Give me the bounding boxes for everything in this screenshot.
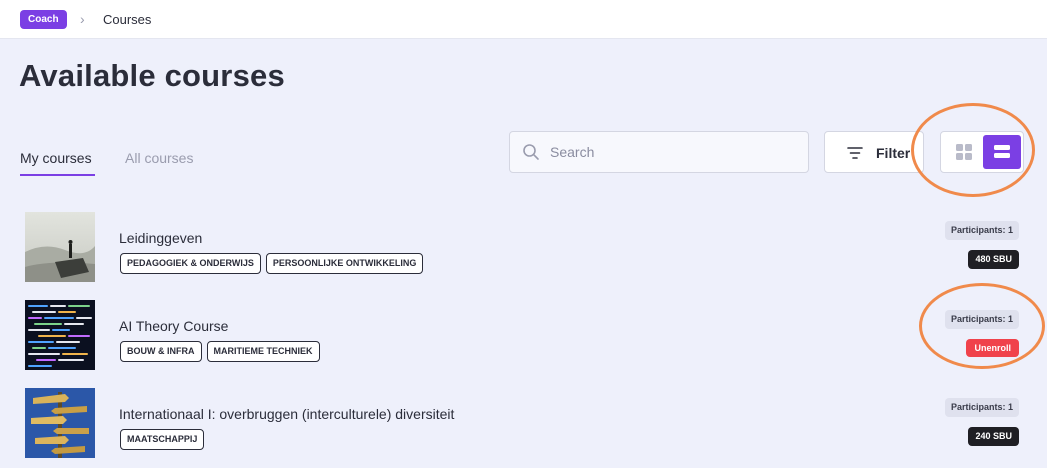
course-tags: MAATSCHAPPIJ xyxy=(120,429,205,450)
course-row[interactable]: Leidinggeven PEDAGOGIEK & ONDERWIJS PERS… xyxy=(0,212,1047,292)
sbu-badge: 480 SBU xyxy=(968,250,1019,269)
course-thumbnail[interactable] xyxy=(25,388,95,458)
tab-my-courses[interactable]: My courses xyxy=(20,150,92,166)
page-title: Available courses xyxy=(19,58,285,93)
course-tag: MARITIEME TECHNIEK xyxy=(206,341,320,362)
course-title[interactable]: AI Theory Course xyxy=(119,318,228,334)
filter-icon xyxy=(847,147,863,159)
breadcrumb-coach[interactable]: Coach xyxy=(20,10,67,29)
course-row[interactable]: AI Theory Course BOUW & INFRA MARITIEME … xyxy=(0,300,1047,380)
course-tag: PEDAGOGIEK & ONDERWIJS xyxy=(120,253,261,274)
search-box[interactable] xyxy=(509,131,809,173)
filter-button[interactable]: Filter xyxy=(824,131,924,173)
annotation-circle xyxy=(919,283,1045,369)
course-title[interactable]: Leidinggeven xyxy=(119,230,202,246)
course-thumbnail[interactable] xyxy=(25,212,95,282)
sbu-badge: 240 SBU xyxy=(968,427,1019,446)
course-tag: BOUW & INFRA xyxy=(120,341,202,362)
annotation-circle xyxy=(911,103,1035,197)
course-row[interactable]: Internationaal I: overbruggen (intercult… xyxy=(0,388,1047,468)
search-icon xyxy=(523,144,539,160)
participants-badge: Participants: 1 xyxy=(944,221,1019,240)
tab-all-courses[interactable]: All courses xyxy=(125,150,193,166)
breadcrumb-separator: › xyxy=(80,11,85,27)
code-photo xyxy=(25,300,95,370)
participants-badge: Participants: 1 xyxy=(944,398,1019,417)
course-tags: BOUW & INFRA MARITIEME TECHNIEK xyxy=(120,341,320,362)
course-title[interactable]: Internationaal I: overbruggen (intercult… xyxy=(119,406,454,422)
course-thumbnail[interactable] xyxy=(25,300,95,370)
signpost-photo xyxy=(25,388,95,458)
filter-label: Filter xyxy=(876,145,911,161)
course-tags: PEDAGOGIEK & ONDERWIJS PERSOONLIJKE ONTW… xyxy=(120,253,424,274)
mountain-photo xyxy=(25,212,95,282)
course-tag: PERSOONLIJKE ONTWIKKELING xyxy=(265,253,424,274)
active-tab-indicator xyxy=(20,174,95,176)
search-input[interactable] xyxy=(550,132,800,172)
course-tag: MAATSCHAPPIJ xyxy=(120,429,205,450)
breadcrumb-current: Courses xyxy=(103,12,152,27)
top-bar: Coach › Courses xyxy=(0,0,1047,39)
